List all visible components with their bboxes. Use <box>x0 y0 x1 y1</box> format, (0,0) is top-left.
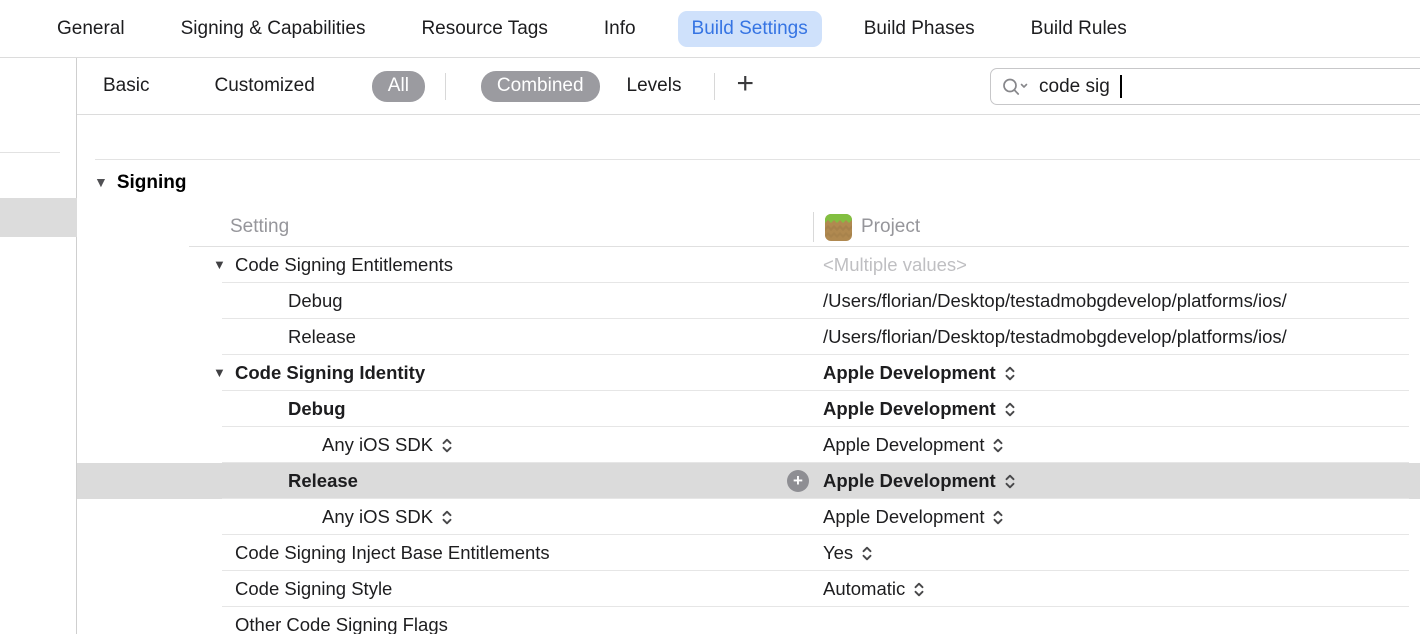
setting-label: Debug <box>288 398 346 420</box>
setting-label: Other Code Signing Flags <box>235 614 448 634</box>
setting-value[interactable]: Apple Development <box>823 434 984 456</box>
tab-build-phases[interactable]: Build Phases <box>850 11 989 47</box>
setting-label: Any iOS SDK <box>322 434 433 456</box>
add-value-icon[interactable]: + <box>787 470 809 492</box>
setting-label: Code Signing Entitlements <box>235 254 453 276</box>
setting-label: Code Signing Identity <box>235 362 425 384</box>
table-row-entitlements-release[interactable]: Release /Users/florian/Desktop/testadmob… <box>77 319 1420 355</box>
filter-toolbar: Basic Customized All Combined Levels + c… <box>77 58 1420 115</box>
table-row-code-signing-entitlements[interactable]: ▼ Code Signing Entitlements <Multiple va… <box>77 247 1420 283</box>
settings-table: Setting Project ▼ Code Signing Entitleme… <box>77 207 1420 634</box>
sidebar-separator <box>0 152 60 153</box>
popup-stepper-icon[interactable] <box>992 437 1004 454</box>
add-setting-button[interactable]: + <box>736 69 754 103</box>
popup-stepper-icon[interactable] <box>441 509 453 526</box>
setting-label: Code Signing Style <box>235 578 392 600</box>
setting-value[interactable]: Apple Development <box>823 362 996 384</box>
table-row-identity-release-selected[interactable]: Release + Apple Development <box>77 463 1420 499</box>
search-icon[interactable] <box>1001 77 1030 97</box>
setting-label: Release <box>288 470 358 492</box>
popup-stepper-icon[interactable] <box>441 437 453 454</box>
table-row-identity-release-any-ios-sdk[interactable]: Any iOS SDK Apple Development <box>77 499 1420 535</box>
tab-info[interactable]: Info <box>590 11 650 47</box>
setting-column-header: Setting <box>230 216 289 238</box>
table-row-other-code-signing-flags[interactable]: Other Code Signing Flags <box>77 607 1420 634</box>
signing-section-header[interactable]: ▼ Signing <box>94 172 187 194</box>
setting-value[interactable]: /Users/florian/Desktop/testadmobgdevelop… <box>823 290 1287 312</box>
build-settings-pane: Basic Customized All Combined Levels + c… <box>77 58 1420 634</box>
table-row-inject-base-entitlements[interactable]: Code Signing Inject Base Entitlements Ye… <box>77 535 1420 571</box>
setting-value[interactable]: Yes <box>823 542 853 564</box>
navigator-sidebar-strip[interactable] <box>0 58 77 634</box>
setting-label: Debug <box>288 290 343 312</box>
setting-value[interactable]: /Users/florian/Desktop/testadmobgdevelop… <box>823 326 1287 348</box>
setting-value[interactable]: Apple Development <box>823 398 996 420</box>
filter-all[interactable]: All <box>372 71 425 102</box>
project-app-icon <box>825 214 852 241</box>
toolbar-divider <box>445 73 446 100</box>
setting-value[interactable]: Automatic <box>823 578 905 600</box>
setting-label: Any iOS SDK <box>322 506 433 528</box>
sidebar-selected-row[interactable] <box>0 198 77 237</box>
disclosure-triangle-icon[interactable]: ▼ <box>213 365 226 380</box>
search-query-text: code sig <box>1039 76 1110 98</box>
disclosure-triangle-icon[interactable]: ▼ <box>213 257 226 272</box>
tab-resource-tags[interactable]: Resource Tags <box>407 11 561 47</box>
target-tab-bar: General Signing & Capabilities Resource … <box>0 0 1420 58</box>
popup-stepper-icon[interactable] <box>1004 365 1016 382</box>
tab-general[interactable]: General <box>43 11 139 47</box>
project-column-label: Project <box>861 216 920 238</box>
search-input[interactable]: code sig <box>990 68 1420 105</box>
xcode-build-settings-window: { "tabs": { "items": [ { "label": "Gener… <box>0 0 1420 634</box>
table-row-entitlements-debug[interactable]: Debug /Users/florian/Desktop/testadmobgd… <box>77 283 1420 319</box>
popup-stepper-icon[interactable] <box>1004 473 1016 490</box>
filter-basic[interactable]: Basic <box>103 75 149 97</box>
table-row-code-signing-style[interactable]: Code Signing Style Automatic <box>77 571 1420 607</box>
setting-value[interactable]: Apple Development <box>823 470 996 492</box>
column-separator <box>813 212 814 242</box>
tab-signing-capabilities[interactable]: Signing & Capabilities <box>167 11 380 47</box>
setting-value[interactable]: Apple Development <box>823 506 984 528</box>
project-column-header[interactable]: Project <box>825 214 920 241</box>
setting-label: Code Signing Inject Base Entitlements <box>235 542 550 564</box>
table-header-row: Setting Project <box>77 207 1420 247</box>
settings-list: ▼ Signing Setting Project ▼ <box>77 115 1420 634</box>
filter-combined[interactable]: Combined <box>481 71 600 102</box>
table-row-identity-debug-any-ios-sdk[interactable]: Any iOS SDK Apple Development <box>77 427 1420 463</box>
table-row-code-signing-identity[interactable]: ▼ Code Signing Identity Apple Developmen… <box>77 355 1420 391</box>
tab-build-settings[interactable]: Build Settings <box>678 11 822 47</box>
popup-stepper-icon[interactable] <box>992 509 1004 526</box>
filter-levels[interactable]: Levels <box>627 75 682 97</box>
table-row-identity-debug[interactable]: Debug Apple Development <box>77 391 1420 427</box>
popup-stepper-icon[interactable] <box>913 581 925 598</box>
text-cursor <box>1120 75 1122 98</box>
setting-value[interactable]: <Multiple values> <box>823 254 967 276</box>
setting-label: Release <box>288 326 356 348</box>
disclosure-triangle-icon[interactable]: ▼ <box>94 174 108 190</box>
popup-stepper-icon[interactable] <box>861 545 873 562</box>
filter-customized[interactable]: Customized <box>214 75 314 97</box>
toolbar-divider <box>714 73 715 100</box>
content-area: Basic Customized All Combined Levels + c… <box>0 58 1420 634</box>
section-top-divider <box>95 159 1420 160</box>
section-title: Signing <box>117 172 187 194</box>
popup-stepper-icon[interactable] <box>1004 401 1016 418</box>
tab-build-rules[interactable]: Build Rules <box>1017 11 1141 47</box>
